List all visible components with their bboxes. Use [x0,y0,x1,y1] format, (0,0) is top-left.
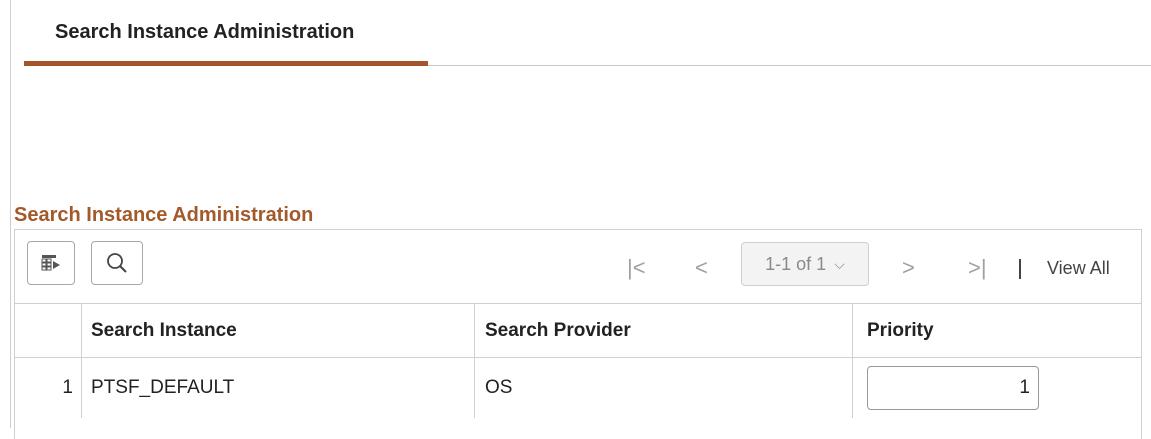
personalize-grid-button[interactable] [27,241,75,285]
next-page-icon[interactable]: > [902,257,915,279]
tab-search-instance-administration[interactable]: Search Instance Administration [55,21,354,44]
row-number-header [15,304,82,357]
page-range-select[interactable]: 1-1 of 1 ⌵ [741,242,869,286]
chevron-down-icon: ⌵ [834,255,845,272]
priority-cell [853,358,1143,418]
grid-header-row: Search Instance Search Provider Priority [15,304,1141,358]
active-tab-indicator [24,61,428,66]
grid-toolbar: |< < 1-1 of 1 ⌵ > >| View All [15,230,1141,304]
last-page-icon[interactable]: >| [968,257,987,279]
table-row: 1 PTSF_DEFAULT OS [15,358,1141,418]
previous-page-icon[interactable]: < [695,257,708,279]
row-number: 1 [15,358,82,418]
search-provider-value: OS [475,358,853,418]
column-header-search-provider[interactable]: Search Provider [475,304,853,357]
section-title: Search Instance Administration [14,204,314,226]
tab-strip: Search Instance Administration [10,0,1151,66]
toolbar-separator [1019,259,1021,279]
first-page-icon[interactable]: |< [627,257,646,279]
grid-personalize-icon [41,255,60,271]
search-instance-grid: |< < 1-1 of 1 ⌵ > >| View All Search Ins… [14,229,1142,439]
grid-search-button[interactable] [91,241,143,285]
page-range-label: 1-1 of 1 [765,253,827,274]
view-all-link[interactable]: View All [1047,258,1110,279]
column-header-priority[interactable]: Priority [853,304,1143,357]
priority-input[interactable] [867,366,1039,410]
column-header-search-instance[interactable]: Search Instance [82,304,475,357]
search-icon [107,253,127,273]
tab-strip-divider [428,65,1151,66]
search-instance-value: PTSF_DEFAULT [82,358,475,418]
